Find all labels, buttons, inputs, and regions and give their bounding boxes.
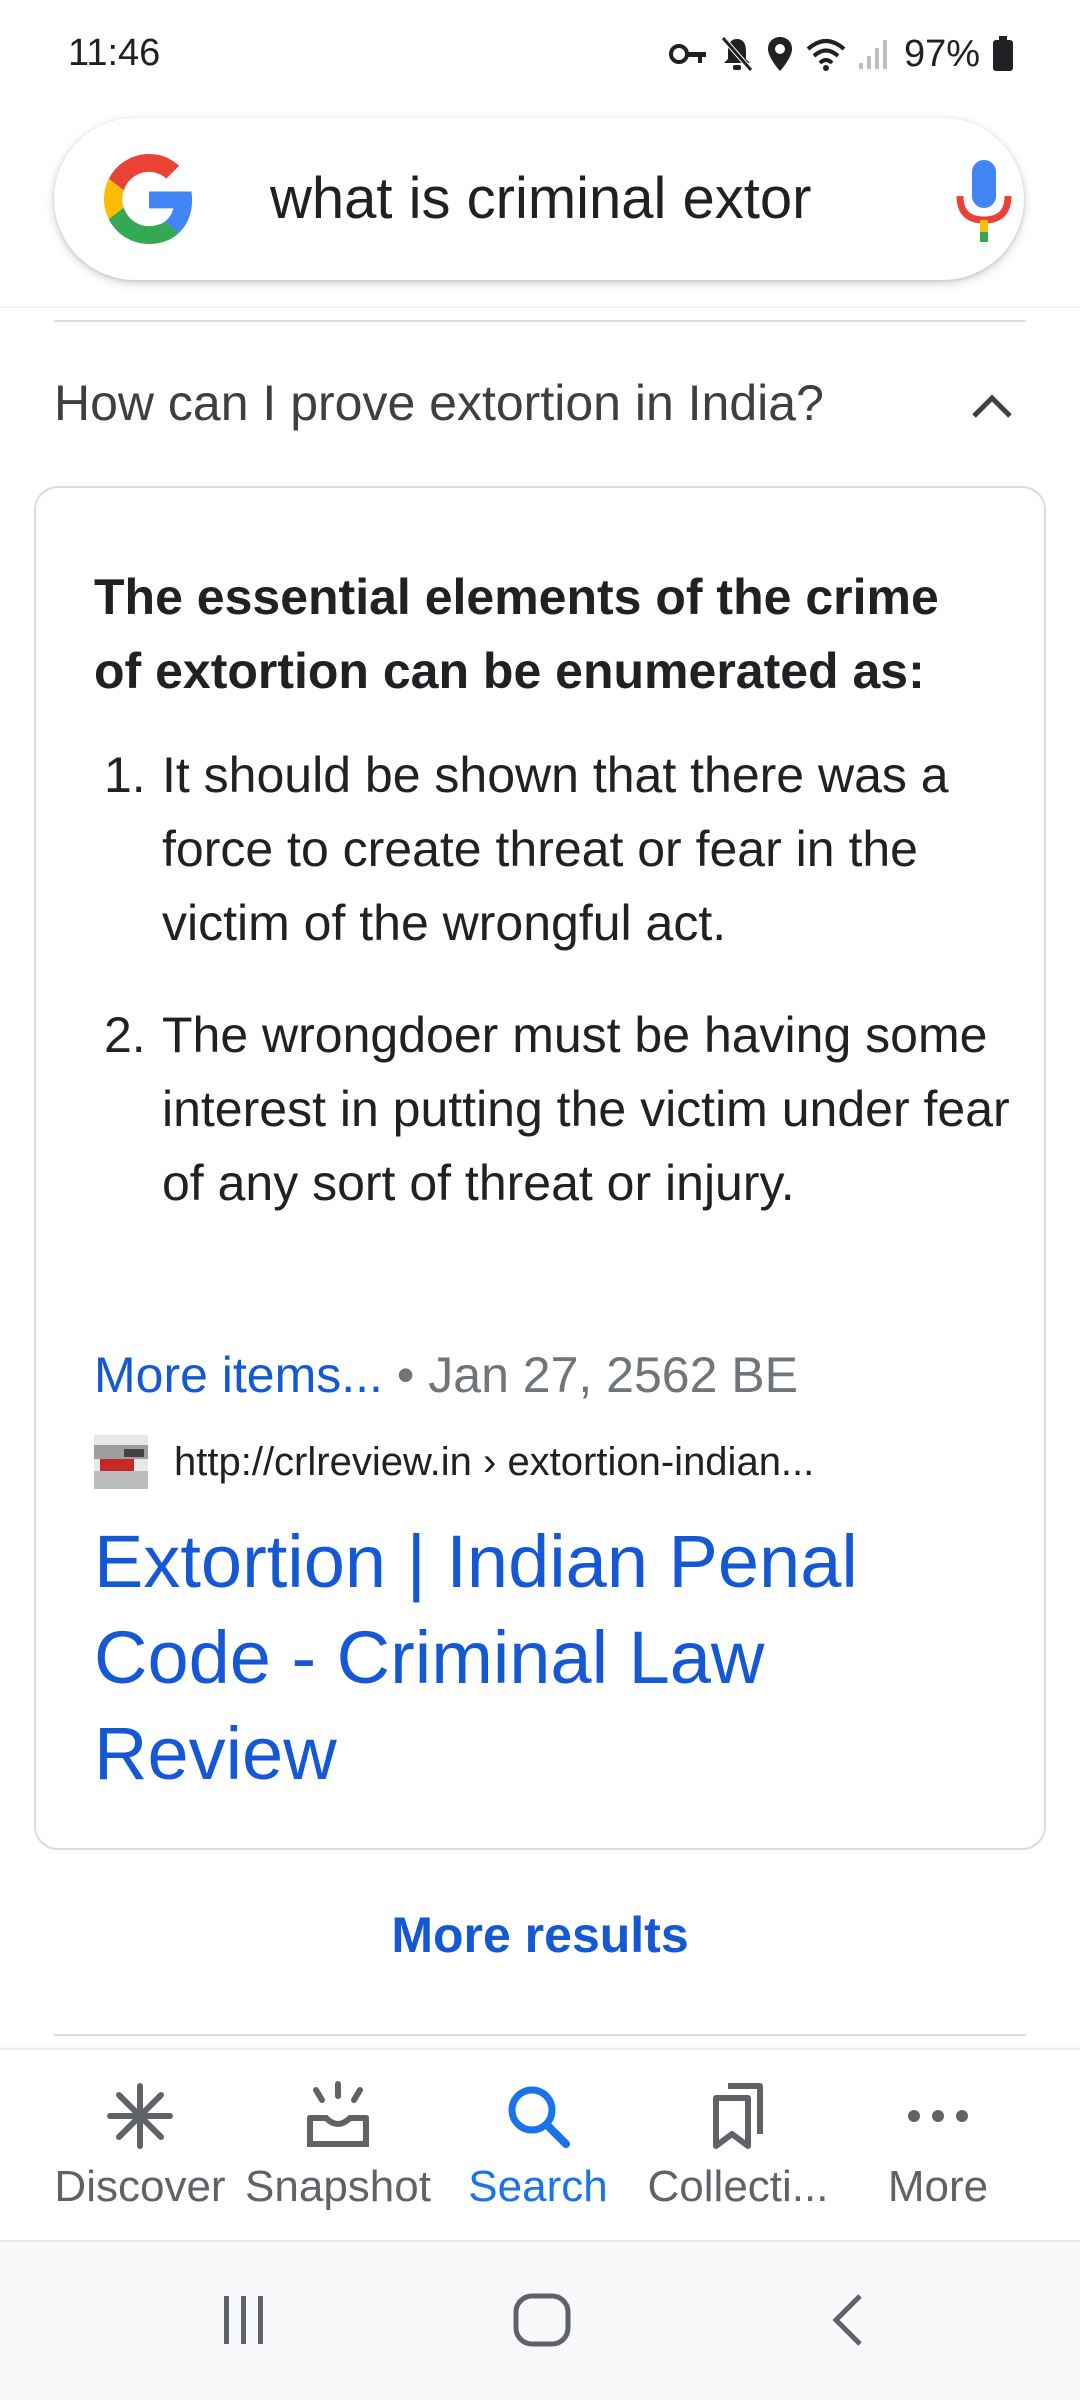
list-item-text: It should be shown that there was a forc… — [162, 747, 949, 951]
divider — [54, 320, 1026, 322]
signal-icon — [858, 40, 887, 69]
recent-apps-icon[interactable] — [214, 2290, 274, 2350]
divider — [54, 2034, 1026, 2036]
more-dots-icon — [908, 2110, 968, 2122]
answer-list: 1. It should be shown that there was a f… — [94, 738, 1014, 1258]
question-text: How can I prove extortion in India? — [54, 375, 824, 431]
site-favicon-icon — [94, 1435, 148, 1489]
status-bar: 11:46 97% — [0, 0, 1080, 110]
nav-search[interactable]: Search — [438, 2050, 638, 2240]
source-row[interactable]: http://crlreview.in › extortion-indian..… — [94, 1434, 814, 1490]
nav-snapshot[interactable]: Snapshot — [238, 2050, 438, 2240]
wifi-icon — [806, 39, 846, 71]
status-time: 11:46 — [68, 32, 161, 74]
system-nav-bar — [0, 2240, 1080, 2400]
nav-label: More — [887, 2162, 989, 2211]
nav-more[interactable]: More — [838, 2050, 1038, 2240]
answer-card: The essential elements of the crime of e… — [34, 486, 1046, 1850]
bookmarks-icon — [713, 2083, 763, 2149]
nav-collections[interactable]: Collecti... — [638, 2050, 838, 2240]
mute-icon — [721, 36, 753, 72]
chevron-up-icon[interactable] — [968, 386, 1016, 426]
status-icons: 97% — [668, 30, 1014, 78]
back-icon[interactable] — [822, 2290, 872, 2350]
more-results-button[interactable]: More results — [0, 1906, 1080, 1964]
asterisk-icon — [107, 2083, 173, 2149]
result-title-link[interactable]: Extortion | Indian Penal Code - Criminal… — [94, 1514, 994, 1802]
mic-icon[interactable] — [954, 158, 1014, 242]
google-logo-icon — [104, 154, 193, 244]
source-url: http://crlreview.in › extortion-indian..… — [174, 1439, 815, 1484]
search-input[interactable]: what is criminal extor — [270, 166, 876, 232]
result-date: Jan 27, 2562 BE — [428, 1347, 799, 1403]
meta-row: More items... • Jan 27, 2562 BE — [94, 1342, 798, 1408]
search-bar[interactable]: what is criminal extor — [54, 118, 1024, 280]
list-item: 2. The wrongdoer must be having some int… — [94, 998, 1014, 1220]
battery-percent: 97% — [903, 32, 980, 75]
more-items-link[interactable]: More items... — [94, 1347, 383, 1403]
list-item-number: 1. — [104, 747, 146, 803]
answer-heading: The essential elements of the crime of e… — [94, 569, 939, 699]
nav-discover[interactable]: Discover — [40, 2050, 240, 2240]
home-icon[interactable] — [510, 2290, 574, 2350]
bottom-nav: Discover Snapshot Search Collecti... Mor… — [0, 2048, 1080, 2238]
list-item-text: The wrongdoer must be having some intere… — [162, 1007, 1010, 1211]
vpn-key-icon — [668, 44, 706, 64]
header-shadow — [0, 306, 1080, 308]
snapshot-icon — [307, 2081, 369, 2147]
battery-icon — [993, 36, 1013, 71]
list-item-number: 2. — [104, 1007, 146, 1063]
meta-separator: • — [396, 1347, 415, 1403]
location-icon — [767, 37, 792, 71]
list-item: 1. It should be shown that there was a f… — [94, 738, 1014, 960]
related-question-row[interactable]: How can I prove extortion in India? — [54, 364, 1026, 448]
search-icon — [508, 2086, 570, 2148]
